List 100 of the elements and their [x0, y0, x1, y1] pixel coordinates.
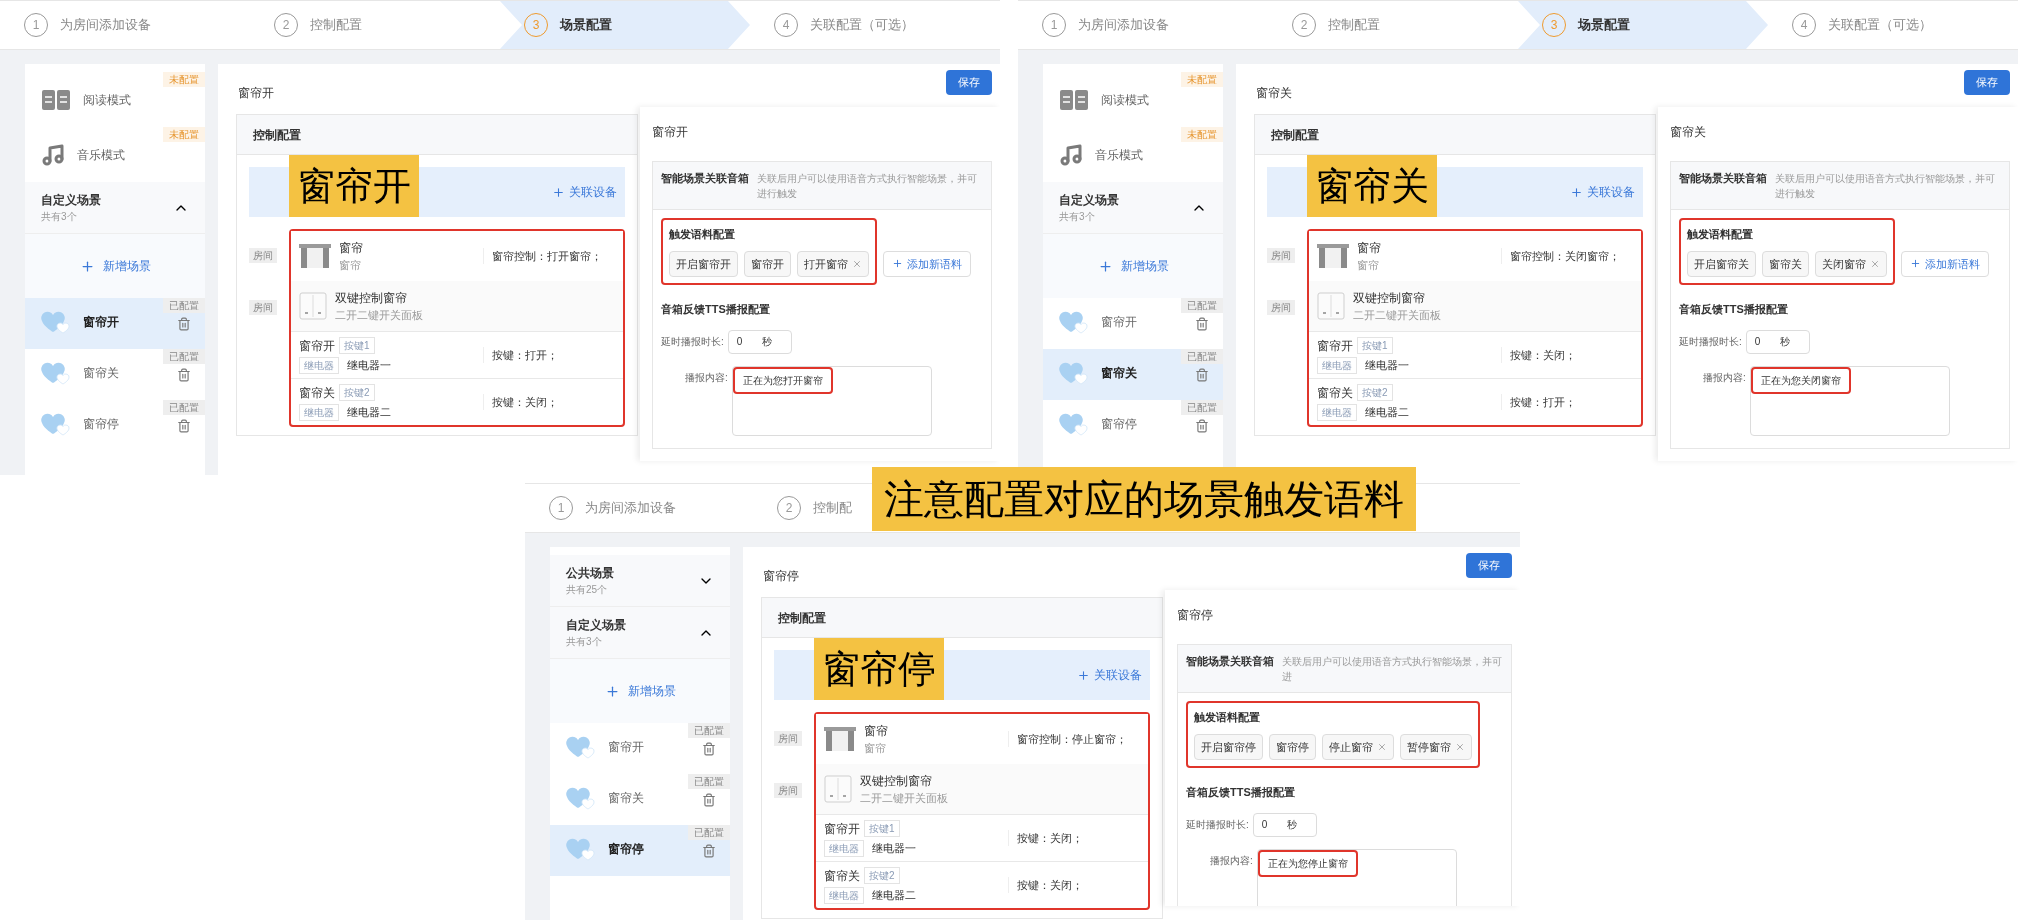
trash-icon[interactable]: [702, 793, 716, 807]
add-device-button[interactable]: 关联设备: [1077, 666, 1142, 684]
trash-icon[interactable]: [1195, 419, 1209, 433]
scene-item[interactable]: 窗帘停 已配置: [550, 825, 730, 876]
phrase-tag[interactable]: 开启窗帘开: [669, 250, 738, 277]
key-tag: 按键2: [339, 384, 375, 401]
trash-icon[interactable]: [177, 368, 191, 382]
scene-group-header[interactable]: 自定义场景 共有3个: [550, 607, 730, 659]
heart-cloud-icon: [566, 786, 596, 810]
save-button[interactable]: 保存: [1466, 553, 1512, 578]
relay-tag: 继电器: [824, 839, 864, 857]
stepper-step[interactable]: 3 场景配置: [1518, 1, 1768, 49]
add-phrase-button[interactable]: 添加新语料: [1901, 250, 1989, 277]
add-device-button[interactable]: 关联设备: [1570, 183, 1635, 201]
plus-icon: [1910, 258, 1921, 270]
status-badge: 未配置: [1181, 127, 1223, 142]
book-icon: [41, 88, 71, 112]
stepper-step[interactable]: 3 场景配置: [500, 1, 750, 49]
scene-item[interactable]: 窗帘开 已配置: [25, 298, 205, 349]
content-field[interactable]: 正在为您打开窗帘: [731, 365, 932, 436]
scene-group-header[interactable]: 自定义场景 共有3个: [25, 182, 205, 234]
trash-icon[interactable]: [177, 419, 191, 433]
relay-name: 继电器二: [347, 404, 391, 420]
key-tag: 按键2: [864, 867, 900, 884]
trash-icon[interactable]: [702, 844, 716, 858]
group-title: 公共场景: [566, 565, 614, 582]
group-title: 自定义场景: [41, 192, 101, 209]
status-badge: 已配置: [163, 349, 205, 364]
trash-icon[interactable]: [702, 742, 716, 756]
curtain-icon: [824, 726, 856, 752]
heart-cloud-icon: [1059, 310, 1089, 334]
heart-cloud-icon: [41, 361, 71, 385]
phrase-tag[interactable]: 暂停窗帘: [1400, 733, 1472, 760]
step-label: 为房间添加设备: [585, 499, 676, 518]
key-name: 窗帘开: [1317, 337, 1353, 355]
section-title: 智能场景关联音箱: [1186, 654, 1274, 669]
close-icon[interactable]: [852, 258, 862, 269]
step-label: 关联配置（可选）: [810, 16, 914, 35]
device-name: 双键控制窗帘: [1353, 289, 1426, 307]
device-name: 窗帘: [864, 722, 888, 740]
add-scene-button[interactable]: 新增场景: [79, 257, 151, 275]
phrase-tag[interactable]: 窗帘开: [744, 250, 791, 277]
trash-icon[interactable]: [1195, 317, 1209, 331]
plus-icon: [552, 185, 565, 199]
scene-item[interactable]: 窗帘关 已配置: [1043, 349, 1223, 400]
tts-title: 音箱反馈TTS播报配置: [1186, 785, 1296, 800]
scene-label: 窗帘开: [1101, 314, 1137, 331]
key-tag: 按键1: [339, 337, 375, 354]
save-button[interactable]: 保存: [946, 70, 992, 95]
music-note-icon: [1059, 143, 1083, 167]
relay-tag: 继电器: [299, 356, 339, 374]
key-tag: 按键1: [1357, 337, 1393, 354]
add-phrase-button[interactable]: 添加新语料: [883, 250, 971, 277]
close-icon[interactable]: [1870, 258, 1880, 269]
section-description: 关联后用户可以使用语音方式执行智能场景，并可进行触发: [1775, 172, 1996, 201]
phrase-tag[interactable]: 开启窗帘停: [1194, 733, 1263, 760]
scene-group-header[interactable]: 公共场景 共有25个: [550, 555, 730, 607]
key-action: 按键：关闭；: [1501, 346, 1641, 364]
phrase-tag[interactable]: 窗帘关: [1762, 250, 1809, 277]
add-scene-button[interactable]: 新增场景: [1097, 257, 1169, 275]
close-icon[interactable]: [1377, 741, 1387, 752]
save-button[interactable]: 保存: [1964, 70, 2010, 95]
group-count: 共有3个: [41, 210, 78, 224]
phrase-tag[interactable]: 关闭窗帘: [1815, 250, 1887, 277]
device-type: 二开二键开关面板: [1353, 307, 1441, 323]
phrase-tag[interactable]: 窗帘停: [1269, 733, 1316, 760]
scene-label: 窗帘开: [608, 739, 644, 756]
device-action: 窗帘控制：关闭窗帘；: [1501, 247, 1641, 265]
phrase-tag[interactable]: 打开窗帘: [797, 250, 869, 277]
add-device-button[interactable]: 关联设备: [552, 183, 617, 201]
relay-tag: 继电器: [299, 403, 339, 421]
close-icon[interactable]: [1455, 741, 1465, 752]
heart-cloud-icon: [566, 735, 596, 759]
content-field[interactable]: 正在为您停止窗帘: [1256, 848, 1457, 906]
phrase-tag[interactable]: 停止窗帘: [1322, 733, 1394, 760]
room-tag: 房间: [1267, 299, 1295, 315]
scene-group-header[interactable]: 自定义场景 共有3个: [1043, 182, 1223, 234]
curtain-icon: [1317, 243, 1349, 269]
card-title: 控制配置: [778, 609, 826, 627]
delay-field[interactable]: 0 秒: [1745, 329, 1810, 354]
step-label: 场景配置: [560, 16, 612, 35]
phrase-tag[interactable]: 开启窗帘关: [1687, 250, 1756, 277]
card-title: 控制配置: [253, 126, 301, 144]
status-badge: 未配置: [1181, 72, 1223, 87]
curtain-icon: [299, 243, 331, 269]
scene-label: 窗帘关: [608, 790, 644, 807]
add-scene-button[interactable]: 新增场景: [604, 682, 676, 700]
delay-field[interactable]: 0 秒: [727, 329, 792, 354]
trash-icon[interactable]: [177, 317, 191, 331]
relay-name: 继电器二: [1365, 404, 1409, 420]
scene-title: 窗帘开: [238, 85, 274, 102]
relay-name: 继电器一: [1365, 357, 1409, 373]
trash-icon[interactable]: [1195, 368, 1209, 382]
delay-field[interactable]: 0 秒: [1252, 812, 1317, 837]
notice-banner: 注意配置对应的场景触发语料: [872, 467, 1416, 531]
plus-icon: [1570, 185, 1583, 199]
key-name: 窗帘关: [1317, 384, 1353, 402]
drawer-title: 窗帘停: [1177, 607, 1214, 624]
content-field[interactable]: 正在为您关闭窗帘: [1749, 365, 1950, 436]
device-type: 窗帘: [339, 257, 362, 273]
